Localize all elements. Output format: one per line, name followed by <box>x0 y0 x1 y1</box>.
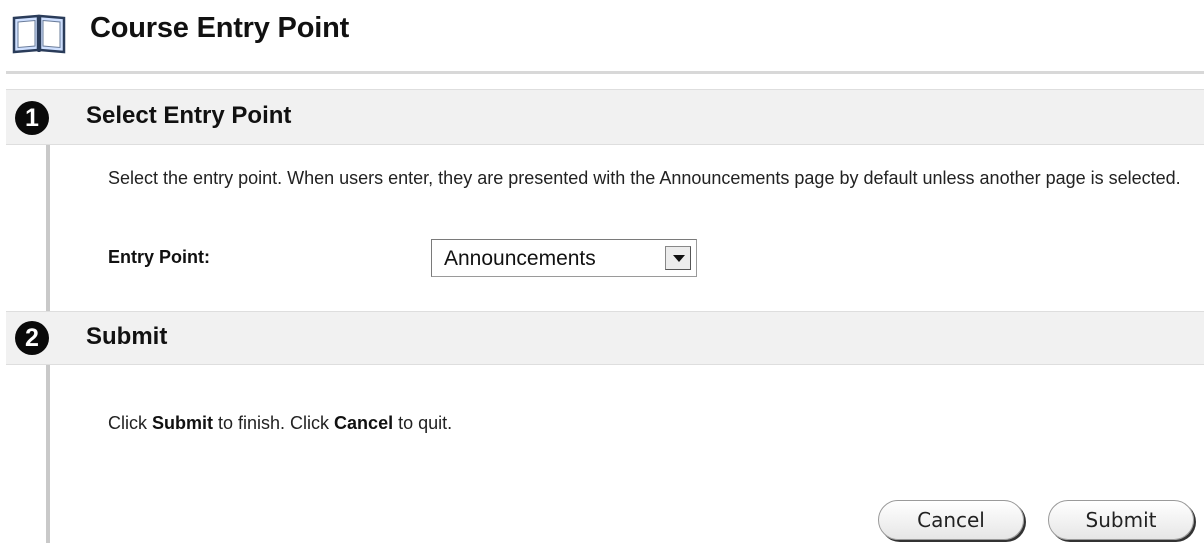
cancel-keyword: Cancel <box>334 413 394 433</box>
submit-text-part: to quit. <box>393 413 453 433</box>
entry-point-selected-value: Announcements <box>444 247 596 270</box>
entry-point-instructions: Select the entry point. When users enter… <box>108 168 1181 188</box>
submit-instructions: Click Submit to finish. Click Cancel to … <box>108 413 452 434</box>
entry-point-label: Entry Point: <box>108 247 210 267</box>
cancel-button[interactable]: Cancel <box>878 500 1024 540</box>
submit-button[interactable]: Submit <box>1048 500 1194 540</box>
submit-text-part: Click <box>108 413 152 433</box>
page-header: Course Entry Point <box>0 0 1204 62</box>
entry-point-select[interactable]: Announcements <box>431 239 697 277</box>
step-title: Select Entry Point <box>86 102 292 129</box>
submit-text-part: to finish. Click <box>213 413 335 433</box>
page-title: Course Entry Point <box>90 12 350 44</box>
step-title: Submit <box>86 323 168 350</box>
step-number-badge: 2 <box>15 321 49 355</box>
chevron-down-icon[interactable] <box>665 246 691 270</box>
step-number-badge: 1 <box>15 101 49 135</box>
submit-keyword: Submit <box>152 413 213 433</box>
header-divider <box>6 71 1204 74</box>
book-icon <box>12 14 66 54</box>
step-header-submit: 2 Submit <box>6 311 1204 365</box>
step-header-select-entry-point: 1 Select Entry Point <box>6 89 1204 145</box>
